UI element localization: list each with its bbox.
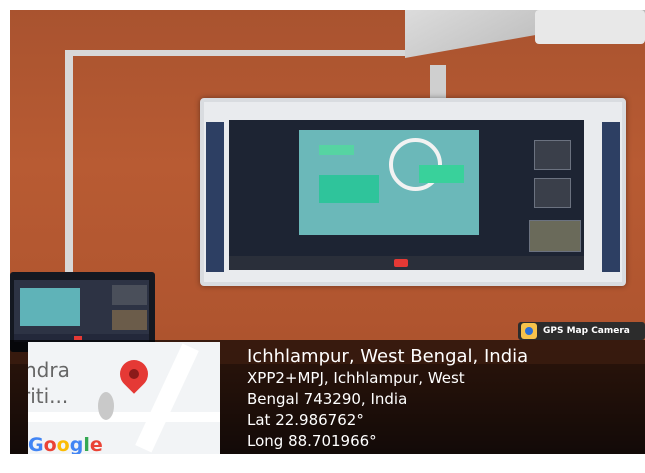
smart-board xyxy=(200,98,626,286)
map-label: riti... xyxy=(28,384,69,408)
address-line2: Bengal 743290, India xyxy=(247,390,408,408)
longitude: Long 88.701966° xyxy=(247,432,377,450)
gps-map-camera-badge: GPS Map Camera xyxy=(518,322,645,340)
video-tile xyxy=(534,178,571,208)
map-place-icon xyxy=(98,392,114,420)
map-road xyxy=(28,412,220,422)
laptop-screen xyxy=(14,280,149,342)
conduit-pipe xyxy=(65,50,73,310)
address-line1: XPP2+MPJ, Ichhlampur, West xyxy=(247,369,465,387)
presentation-slide xyxy=(299,130,479,235)
slide-box xyxy=(319,175,379,203)
map-thumbnail: ndra riti... Google xyxy=(28,342,220,454)
map-road xyxy=(135,343,199,453)
gps-badge-label: GPS Map Camera xyxy=(543,326,630,336)
meeting-taskbar xyxy=(229,256,584,270)
video-tile xyxy=(534,140,571,170)
camera-icon xyxy=(521,323,537,339)
laptop-video-tile xyxy=(112,285,147,305)
board-right-panel xyxy=(602,122,620,272)
board-left-panel xyxy=(206,122,224,272)
end-call-icon xyxy=(394,259,408,267)
laptop-slide xyxy=(20,288,80,326)
projector xyxy=(535,10,645,44)
location-title: Ichhlampur, West Bengal, India xyxy=(247,346,529,367)
conduit-pipe-horizontal xyxy=(65,50,415,56)
slide-box xyxy=(419,165,464,183)
map-pin-icon xyxy=(114,354,154,394)
board-screen xyxy=(229,120,584,270)
datetime: 06/02/23 12:22 PM GMT +05:30 xyxy=(247,453,489,471)
laptop-video-tile xyxy=(112,310,147,330)
google-logo: Google xyxy=(28,434,103,454)
video-tile xyxy=(529,220,581,252)
latitude: Lat 22.986762° xyxy=(247,411,364,429)
map-label: ndra xyxy=(28,358,70,382)
slide-box xyxy=(319,145,354,155)
